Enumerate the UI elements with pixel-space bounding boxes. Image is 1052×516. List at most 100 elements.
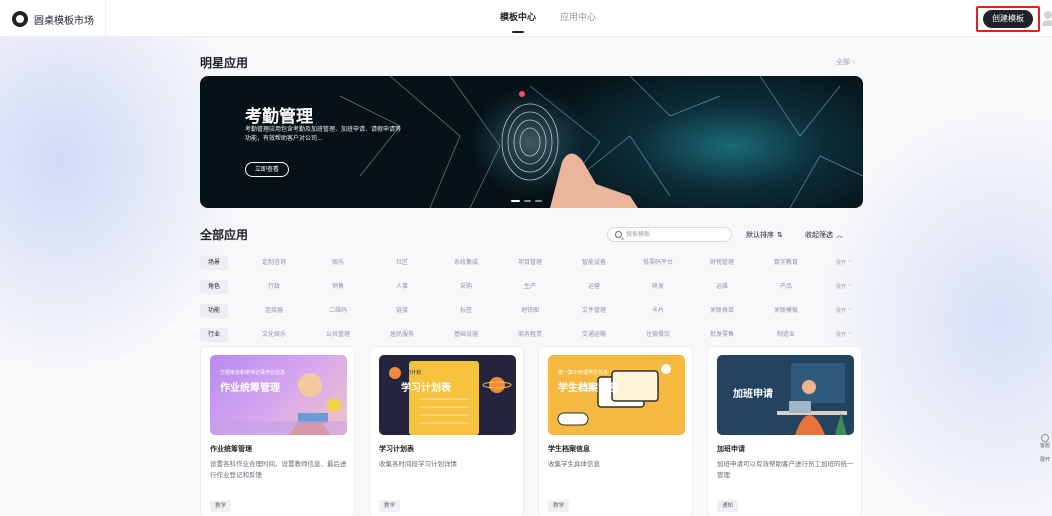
filter-option[interactable]: 住宿餐饮 (630, 328, 686, 342)
filter-option[interactable]: 人事 (374, 280, 430, 294)
filter-option[interactable]: 批发零售 (694, 328, 750, 342)
side-item-label: 客服 (1039, 443, 1050, 449)
thumbnail-caption: 方便家长和老师记录作业信息 (220, 370, 286, 376)
card-thumbnail: 加班申请 (717, 355, 854, 435)
filter-expand-button[interactable]: 展开 ﹀ (836, 328, 853, 342)
view-now-button[interactable]: 立即查看 (245, 162, 290, 177)
filter-option[interactable]: 娱乐 (310, 256, 366, 270)
see-all-link[interactable]: 全部 › (836, 57, 855, 67)
thumbnail-title: 学生档案信息 (558, 383, 618, 394)
top-bar: 圆桌模板市场 模板中心 应用中心 创建模板 (0, 0, 1052, 37)
sort-icon: ⇅ (777, 231, 783, 239)
filter-option[interactable]: 关联表单 (694, 304, 750, 318)
card-name: 加班申请 (717, 445, 745, 453)
template-card[interactable]: 学习计划 学习计划表 学习计划表 收集各时间段学习计划详情 教学 (369, 346, 524, 516)
star-app-banner[interactable]: 考勤管理 考勤管理应用包含考勤及加班管理、加班申请、请假申请等功能，有效帮助客户… (200, 76, 863, 208)
all-apps-title: 全部应用 (200, 228, 249, 242)
carousel-dot[interactable] (511, 200, 520, 202)
filter-option[interactable]: 文件管理 (566, 304, 622, 318)
create-template-button[interactable]: 创建模板 (983, 10, 1033, 28)
search-icon (615, 231, 622, 238)
filter-option[interactable]: 链接 (374, 304, 430, 318)
card-thumbnail: 学习计划 学习计划表 (379, 355, 516, 435)
thumbnail-title: 加班申请 (733, 389, 773, 400)
filter-option[interactable]: 产品 (758, 280, 814, 294)
filter-option[interactable]: 行政 (246, 280, 302, 294)
thumbnail-caption: 学习计划 (401, 370, 422, 376)
filter-option[interactable]: 地铁图 (502, 304, 558, 318)
carousel-dot[interactable] (535, 200, 542, 202)
filter-category[interactable]: 角色 (200, 280, 228, 294)
filter-expand-button[interactable]: 展开 ﹀ (836, 304, 853, 318)
chevron-up-icon: ︿ (836, 231, 843, 239)
card-name: 作业统筹管理 (210, 445, 252, 453)
card-description: 收集学生具体信息 (548, 460, 600, 468)
filter-option[interactable]: 生产 (502, 280, 558, 294)
card-thumbnail: 统一集中管理学生信息 学生档案信息 (548, 355, 685, 435)
filter-option[interactable]: 系统集成 (438, 256, 494, 270)
card-tag: 教学 (548, 500, 570, 512)
template-card[interactable]: 加班申请 加班申请 加班申请可以有效帮助客户进行员工加班的统一管理 通知 (707, 346, 862, 516)
main-nav: 模板中心 应用中心 (500, 0, 596, 37)
brand-name: 圆桌模板市场 (34, 15, 94, 27)
filter-option[interactable]: 项目管理 (502, 256, 558, 270)
filter-option[interactable]: 商务租赁 (502, 328, 558, 342)
filter-option[interactable]: 低零码平台 (630, 256, 686, 270)
brand-divider (105, 0, 106, 37)
tab-app-center[interactable]: 应用中心 (560, 0, 596, 37)
create-template-highlight: 创建模板 (976, 6, 1040, 32)
card-description: 加班申请可以有效帮助客户进行员工加班的统一管理 (717, 460, 854, 479)
carousel-dots (511, 200, 542, 202)
card-name: 学习计划表 (379, 445, 414, 453)
card-description: 设置各科作业合理时间、设置教师信息、最后进行作业登记和反馈 (210, 460, 347, 479)
filter-option[interactable]: 社区 (374, 256, 430, 270)
filter-category[interactable]: 场景 (200, 256, 228, 270)
filter-option[interactable]: 标签 (438, 304, 494, 318)
brand[interactable]: 圆桌模板市场 (12, 11, 94, 27)
filter-category[interactable]: 功能 (200, 304, 228, 318)
thumbnail-caption: 统一集中管理学生信息 (558, 370, 609, 376)
avatar[interactable] (1042, 11, 1052, 27)
filter-row-industry: 行业 文化娱乐 公共管理 居民服务 基础设施 商务租赁 交通运输 住宿餐饮 批发… (200, 324, 863, 348)
tab-template-center[interactable]: 模板中心 (500, 0, 536, 37)
filter-option[interactable]: 运维 (694, 280, 750, 294)
filter-option[interactable]: 关联模板 (758, 304, 814, 318)
filter-option[interactable]: 智能设备 (566, 256, 622, 270)
chat-icon (1041, 434, 1049, 442)
card-description: 收集各时间段学习计划详情 (379, 460, 457, 468)
filter-option[interactable]: 定制咨询 (246, 256, 302, 270)
customer-service-button[interactable]: 客服 (1038, 434, 1052, 452)
filter-row-scene: 场景 定制咨询 娱乐 社区 系统集成 项目管理 智能设备 低零码平台 财税管理 … (200, 252, 863, 276)
star-apps-title: 明星应用 (200, 56, 249, 70)
filter-option[interactable]: 销售 (310, 280, 366, 294)
filter-category[interactable]: 行业 (200, 328, 228, 342)
filter-option[interactable]: 交通运输 (566, 328, 622, 342)
filter-expand-button[interactable]: 展开 ﹀ (836, 280, 853, 294)
filter-option[interactable]: 居民服务 (374, 328, 430, 342)
filter-option[interactable]: 二维码 (310, 304, 366, 318)
template-card[interactable]: 方便家长和老师记录作业信息 作业统筹管理 作业统筹管理 设置各科作业合理时间、设… (200, 346, 355, 516)
filter-option[interactable]: 制造业 (758, 328, 814, 342)
banner-description: 考勤管理应用包含考勤及加班管理、加班申请、请假申请等功能，有效帮助客户对公司..… (245, 126, 402, 142)
filter-option[interactable]: 文化娱乐 (246, 328, 302, 342)
expand-side-button[interactable]: 展开 (1038, 456, 1052, 474)
thumbnail-title: 作业统筹管理 (220, 383, 280, 394)
filter-option[interactable]: 研发 (630, 280, 686, 294)
filter-option[interactable]: 数字教育 (758, 256, 814, 270)
carousel-dot[interactable] (524, 200, 531, 202)
filter-option[interactable]: 财税管理 (694, 256, 750, 270)
filter-option[interactable]: 基础设施 (438, 328, 494, 342)
side-float-panel: 客服 展开 (1038, 434, 1052, 484)
filter-option[interactable]: 公共管理 (310, 328, 366, 342)
filter-option[interactable]: 运营 (566, 280, 622, 294)
filter-option[interactable]: 卡片 (630, 304, 686, 318)
filter-option[interactable]: 连接器 (246, 304, 302, 318)
sort-dropdown[interactable]: 默认排序 ⇅ (746, 230, 783, 240)
card-tag: 教学 (379, 500, 401, 512)
collapse-filter-button[interactable]: 收起筛选 ︿ (805, 230, 843, 240)
thumbnail-art (557, 364, 671, 426)
filter-option[interactable]: 采购 (438, 280, 494, 294)
filter-expand-button[interactable]: 展开 ﹀ (836, 256, 853, 270)
template-card[interactable]: 统一集中管理学生信息 学生档案信息 学生档案信息 收集学生具体信息 教学 (538, 346, 693, 516)
search-input[interactable] (626, 229, 726, 240)
